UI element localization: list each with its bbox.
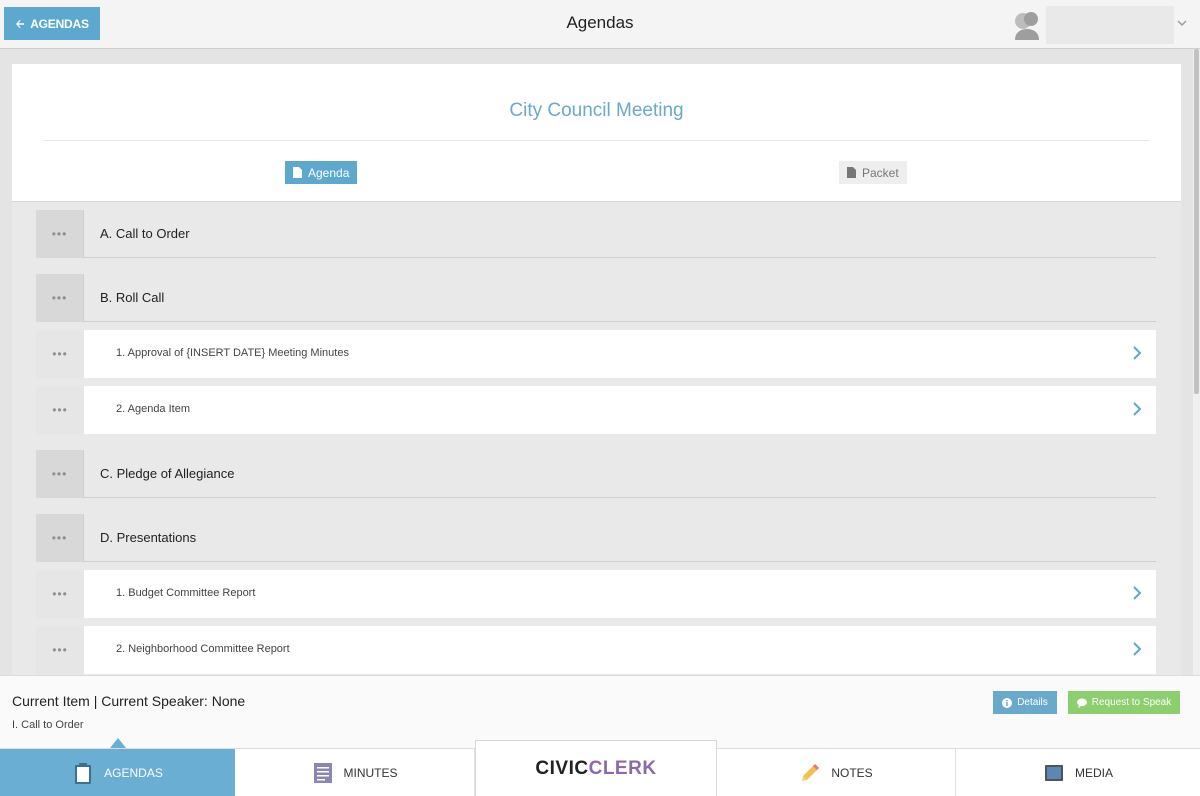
scrollbar-thumb[interactable] [1194,49,1199,394]
agenda-item-label: 1. Approval of {INSERT DATE} Meeting Min… [116,347,349,359]
tab-agendas-label: AGENDAS [104,766,163,780]
request-to-speak-button[interactable]: Request to Speak [1068,691,1180,714]
speech-bubble-icon [1076,698,1087,708]
section-label: C. Pledge of Allegiance [100,466,235,481]
current-speaker-status: Current Item | Current Speaker: None [12,693,246,709]
clipboard-icon [75,763,92,784]
document-icon [293,167,302,178]
agenda-panel: City Council Meeting Agenda Packet ••• A… [12,64,1181,676]
request-to-speak-label: Request to Speak [1091,697,1172,708]
section-label: D. Presentations [100,530,197,545]
active-tab-pointer [110,738,126,748]
packet-document-button[interactable]: Packet [839,161,907,184]
info-icon [1002,697,1013,708]
logo-clerk: CLERK [588,758,657,779]
arrow-left-icon [16,19,25,28]
details-label: Details [1017,697,1048,708]
details-button[interactable]: Details [993,691,1057,714]
tab-media[interactable]: MEDIA [956,749,1200,796]
document-icon [847,167,856,178]
civicclerk-logo: CIVIC CLERK [475,740,717,796]
tab-minutes-label: MINUTES [343,766,398,780]
bottom-navigation: AGENDAS MINUTES CIVIC CLERK NOTES MEDIA [0,740,1200,796]
agenda-item-row[interactable]: 1. Budget Committee Report [84,570,1156,618]
scrollbar[interactable] [1193,49,1200,675]
section-label: B. Roll Call [100,290,165,305]
current-item-name: I. Call to Order [12,719,84,731]
agenda-item-label: 2. Agenda Item [116,403,190,415]
drag-handle[interactable]: ••• [36,514,84,562]
agenda-item-row[interactable]: 2. Neighborhood Committee Report [84,626,1156,674]
agenda-item-label: 1. Budget Committee Report [116,587,256,599]
drag-handle[interactable]: ••• [36,274,84,322]
user-avatar-icon[interactable] [1009,10,1045,40]
chevron-down-icon[interactable] [1177,18,1187,28]
meeting-title: City Council Meeting [509,100,684,121]
divider [44,140,1149,141]
packet-document-label: Packet [862,165,899,180]
agenda-item-label: 2. Neighborhood Committee Report [116,643,290,655]
drag-handle[interactable]: ••• [36,386,84,434]
agenda-document-button[interactable]: Agenda [285,161,358,184]
drag-handle[interactable]: ••• [36,570,84,618]
drag-handle[interactable]: ••• [36,626,84,674]
chevron-right-icon[interactable] [1132,346,1142,360]
section-header[interactable]: C. Pledge of Allegiance [84,450,1156,498]
agenda-item-row[interactable]: 2. Agenda Item [84,386,1156,434]
tab-notes[interactable]: NOTES [717,749,956,796]
agenda-item-row[interactable]: 1. Approval of {INSERT DATE} Meeting Min… [84,330,1156,378]
drag-handle[interactable]: ••• [36,210,84,258]
tab-notes-label: NOTES [831,766,873,780]
tab-media-label: MEDIA [1074,766,1113,780]
drag-handle[interactable]: ••• [36,330,84,378]
tab-agendas[interactable]: AGENDAS [0,749,235,796]
section-header[interactable]: B. Roll Call [84,274,1156,322]
minutes-document-icon [313,763,332,783]
tab-minutes[interactable]: MINUTES [235,749,475,796]
pencil-icon [802,764,820,781]
section-label: A. Call to Order [100,226,190,241]
chevron-right-icon[interactable] [1132,642,1142,656]
user-menu[interactable] [1046,6,1174,44]
back-to-agendas-button[interactable]: AGENDAS [4,7,100,40]
current-item-bar: Current Item | Current Speaker: None I. … [0,675,1200,748]
top-bar: AGENDAS Agendas [0,0,1200,49]
section-header[interactable]: D. Presentations [84,514,1156,562]
chevron-right-icon[interactable] [1132,586,1142,600]
agenda-document-label: Agenda [308,165,350,180]
chevron-right-icon[interactable] [1132,402,1142,416]
back-button-label: AGENDAS [30,16,89,31]
meeting-header: City Council Meeting Agenda Packet [12,64,1181,202]
tablet-icon [1044,765,1063,781]
logo-civic: CIVIC [535,758,589,779]
drag-handle[interactable]: ••• [36,450,84,498]
section-header[interactable]: A. Call to Order [84,210,1156,258]
